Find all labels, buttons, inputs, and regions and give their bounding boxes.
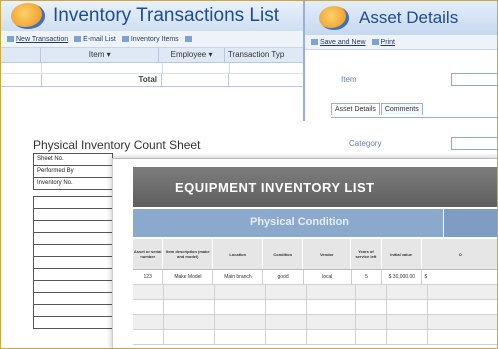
row-selector-header <box>1 48 42 62</box>
toolbar: Save and New Print <box>305 35 497 50</box>
table-cell: 123 <box>133 270 164 284</box>
table-cell: Main branch <box>213 270 264 284</box>
app-icon <box>319 6 349 30</box>
list-title: EQUIPMENT INVENTORY LIST <box>175 180 375 195</box>
title-bar: Inventory Transactions List <box>1 1 307 31</box>
category-field[interactable] <box>451 137 497 150</box>
screenshot-frame: Inventory Transactions List New Transact… <box>0 0 498 349</box>
save-and-new-button[interactable]: Save and New <box>311 39 366 46</box>
item-field[interactable] <box>451 73 497 86</box>
blank-cell[interactable] <box>33 209 113 221</box>
tab-asset-details[interactable]: Asset Details <box>331 103 380 115</box>
inventory-icon <box>121 36 129 42</box>
column-header: Vendor <box>303 239 352 269</box>
column-header: Item description (make and model) <box>163 239 214 269</box>
blank-cell[interactable] <box>33 293 113 305</box>
grid-header: Item ▾ Employee ▾ Transaction Typ <box>1 48 307 63</box>
table-row[interactable] <box>133 315 497 330</box>
column-header: Condition <box>263 239 304 269</box>
table-cell: good <box>263 270 304 284</box>
print-icon <box>371 39 379 45</box>
list-header: EQUIPMENT INVENTORY LIST <box>133 167 497 207</box>
table-cell: $ 30,000.00 <box>382 270 423 284</box>
blank-cell[interactable] <box>33 281 113 293</box>
blank-cell[interactable] <box>33 233 113 245</box>
blank-cell[interactable] <box>33 196 113 209</box>
new-icon <box>7 36 14 42</box>
tab-strip: Asset Details Comments <box>331 103 424 115</box>
sheet-fields-table: Sheet No. Performed By Inventory No. <box>33 153 113 329</box>
toolbar-more-button[interactable] <box>184 36 194 42</box>
section-title: Physical Condition <box>250 216 350 228</box>
column-header-transaction-type[interactable]: Transaction Typ <box>225 48 307 62</box>
tab-divider <box>331 117 497 118</box>
sheet-no-cell[interactable]: Sheet No. <box>33 153 113 166</box>
column-header-employee[interactable]: Employee ▾ <box>159 48 225 62</box>
column-header: Initial value <box>382 239 422 269</box>
table-row[interactable] <box>133 330 497 345</box>
blank-cell[interactable] <box>33 245 113 257</box>
column-header: O <box>422 239 497 269</box>
category-label: Category <box>349 139 382 148</box>
blank-cell[interactable] <box>33 221 113 233</box>
table-row[interactable]: 123 Make Model Main branch good local 5 … <box>133 270 497 285</box>
table-row[interactable] <box>133 285 497 300</box>
blank-cell[interactable] <box>33 305 113 317</box>
total-row: Total <box>1 74 307 87</box>
more-icon <box>184 36 192 42</box>
blank-cell[interactable] <box>33 257 113 269</box>
column-header-item[interactable]: Item ▾ <box>41 48 160 62</box>
section-header-extension <box>443 209 497 237</box>
equipment-inventory-window: EQUIPMENT INVENTORY LIST Physical Condit… <box>112 158 497 348</box>
column-header: Location <box>213 239 264 269</box>
blank-cell[interactable] <box>33 269 113 281</box>
column-header: Asset or serial number <box>133 239 164 269</box>
email-list-button[interactable]: E-mail List <box>74 36 116 43</box>
new-transaction-button[interactable]: New Transaction <box>7 36 68 43</box>
grid-row[interactable] <box>1 63 307 74</box>
table-cell: $ <box>422 270 497 284</box>
window-title: Inventory Transactions List <box>53 5 279 26</box>
inventory-transactions-window: Inventory Transactions List New Transact… <box>1 1 307 119</box>
print-button[interactable]: Print <box>371 39 395 46</box>
column-header: Years of service left <box>351 239 382 269</box>
asset-details-window: Asset Details Save and New Print Item As… <box>303 1 497 171</box>
app-icon <box>11 3 45 29</box>
blank-cell[interactable] <box>33 317 113 329</box>
performed-by-cell[interactable]: Performed By <box>33 166 113 178</box>
total-label: Total <box>42 74 162 86</box>
column-headers: Asset or serial number Item description … <box>133 239 497 270</box>
save-icon <box>311 39 318 45</box>
sheet-heading: Physical Inventory Count Sheet <box>33 138 201 152</box>
tab-comments[interactable]: Comments <box>380 103 423 115</box>
window-title: Asset Details <box>359 8 459 27</box>
table-cell: Make Model <box>163 270 214 284</box>
table-cell: local <box>304 270 352 284</box>
item-label: Item <box>341 75 357 84</box>
table-row[interactable] <box>133 300 497 315</box>
title-bar: Asset Details <box>305 1 497 35</box>
email-icon <box>74 36 82 42</box>
table-cell: 5 <box>352 270 383 284</box>
toolbar: New Transaction E-mail List Inventory It… <box>1 31 307 48</box>
inventory-items-button[interactable]: Inventory Items <box>121 36 179 43</box>
inventory-no-cell[interactable]: Inventory No. <box>33 178 113 190</box>
